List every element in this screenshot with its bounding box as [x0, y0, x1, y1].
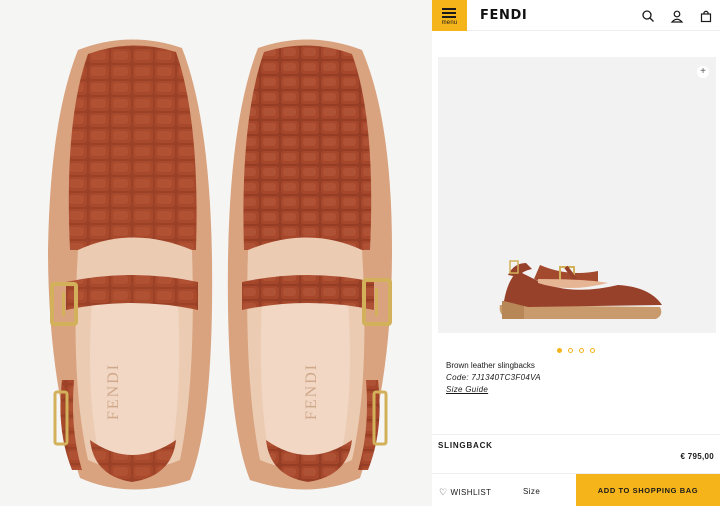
- left-shoe: FENDI: [48, 39, 213, 490]
- menu-button[interactable]: menu: [432, 0, 467, 31]
- add-to-bag-button[interactable]: ADD TO SHOPPING BAG: [576, 474, 720, 506]
- insole-logo-right: FENDI: [303, 363, 320, 420]
- size-selector[interactable]: Size: [523, 487, 540, 496]
- carousel-dot[interactable]: [568, 348, 573, 353]
- carousel-dot[interactable]: [579, 348, 584, 353]
- wishlist-label: WISHLIST: [450, 488, 492, 497]
- bag-icon[interactable]: [699, 9, 713, 23]
- menu-label: menu: [441, 20, 458, 26]
- product-price: € 795,00: [680, 452, 714, 461]
- carousel-dot[interactable]: [557, 348, 562, 353]
- purchase-bar: ♡ WISHLIST Size ADD TO SHOPPING BAG: [432, 473, 720, 506]
- shoe-side-view: [499, 260, 662, 319]
- product-code: Code: 7J1340TC3F04VA: [446, 373, 541, 382]
- size-guide-link[interactable]: Size Guide: [446, 385, 488, 394]
- divider: [432, 434, 720, 435]
- insole-logo-left: FENDI: [105, 363, 122, 420]
- wishlist-button[interactable]: ♡ WISHLIST: [439, 487, 491, 498]
- header-bar: menu FENDI: [432, 0, 720, 31]
- right-shoe: FENDI: [227, 39, 392, 490]
- hero-product-image: FENDI FENDI: [0, 0, 432, 506]
- product-image-carousel[interactable]: +: [438, 57, 716, 333]
- hamburger-icon: [442, 8, 456, 18]
- product-description: Brown leather slingbacks: [446, 361, 535, 370]
- product-detail-panel: menu FENDI + Brown leather slingbacks Co…: [432, 0, 720, 506]
- carousel-dots: [432, 340, 720, 358]
- user-icon[interactable]: [670, 9, 684, 23]
- shoe-pair-top-view: FENDI FENDI: [48, 39, 392, 490]
- product-name: SLINGBACK: [438, 441, 493, 450]
- brand-logo[interactable]: FENDI: [480, 8, 527, 23]
- heart-icon: ♡: [439, 487, 448, 497]
- search-icon[interactable]: [641, 9, 655, 23]
- carousel-dot[interactable]: [590, 348, 595, 353]
